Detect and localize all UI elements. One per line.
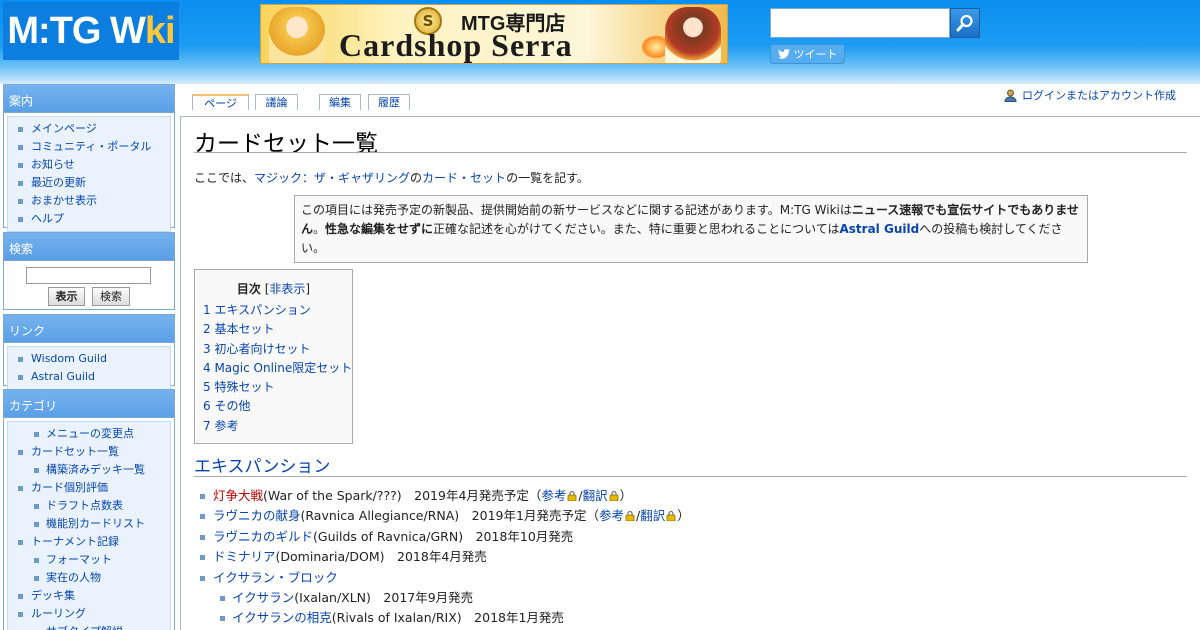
expansion-item: イクサランの相克(Rivals of Ixalan/RIX) 2018年1月発売: [199, 608, 690, 628]
sidebar-nav-item[interactable]: ヘルプ: [8, 210, 170, 228]
login-link[interactable]: ログインまたはアカウント作成: [1004, 87, 1176, 103]
tab-talk[interactable]: 議論: [255, 94, 298, 110]
expansion-item: ドミナリア(Dominaria/DOM) 2018年4月発売: [199, 547, 690, 567]
expansion-item: 灯争大戦(War of the Spark/???) 2019年4月発売予定（参…: [199, 486, 690, 506]
expansion-link[interactable]: イクサランの相克: [232, 610, 332, 625]
sidebar-search: 検索 表示 検索: [3, 232, 175, 310]
sidebar-links-title: リンク: [4, 315, 174, 343]
sidebar-category-item[interactable]: カードセット一覧: [8, 443, 170, 461]
sidebar-link-item[interactable]: Astral Guild: [8, 368, 170, 386]
translation-link[interactable]: 翻訳: [640, 508, 665, 523]
toc-item[interactable]: 4 Magic Online限定セット: [203, 359, 352, 378]
mtg-link[interactable]: マジック：ザ・ギャザリング: [254, 171, 410, 185]
sidebar-links: リンク Wisdom Guild Astral Guild: [3, 314, 175, 390]
sidebar-category-item[interactable]: トーナメント記録: [8, 533, 170, 551]
sidebar-search-title: 検索: [4, 233, 174, 261]
banner-character-right: [665, 7, 721, 63]
sidebar-category-item[interactable]: ドラフト点数表: [8, 497, 170, 515]
translation-link[interactable]: 翻訳: [583, 488, 608, 503]
sidebar-nav-item[interactable]: 最近の更新: [8, 174, 170, 192]
lock-icon: [568, 490, 577, 501]
sidebar-link-item[interactable]: Wisdom Guild: [8, 350, 170, 368]
lock-icon: [625, 511, 635, 522]
twitter-bird-icon: [777, 49, 790, 59]
toc-item[interactable]: 6 その他: [203, 397, 352, 416]
ad-banner[interactable]: S MTG専門店 Cardshop Serra: [260, 4, 728, 64]
lock-icon: [666, 511, 676, 522]
sidebar-category-item[interactable]: フォーマット: [8, 551, 170, 569]
expansion-link[interactable]: ラヴニカのギルド: [213, 529, 313, 544]
header-search-button[interactable]: [950, 8, 980, 38]
sidebar-category-item[interactable]: カード個別評価: [8, 479, 170, 497]
toc-item[interactable]: 5 特殊セット: [203, 378, 352, 397]
toc-item[interactable]: 1 エキスパンション: [203, 301, 352, 320]
sidebar-categories-title: カテゴリ: [4, 390, 174, 418]
section-divider: [194, 476, 1187, 477]
expansion-item: ラヴニカのギルド(Guilds of Ravnica/GRN) 2018年10月…: [199, 527, 690, 547]
tab-edit[interactable]: 編集: [319, 94, 361, 110]
sidebar-nav-title: 案内: [4, 85, 174, 113]
sidebar-category-item[interactable]: メニューの変更点: [8, 425, 170, 443]
sidebar-nav-item[interactable]: メインページ: [8, 120, 170, 138]
sidebar-category-item[interactable]: 機能別カードリスト: [8, 515, 170, 533]
sidebar-category-item[interactable]: サブタイプ解説: [8, 623, 170, 630]
card-set-link[interactable]: カード・セット: [422, 171, 506, 185]
expansion-link[interactable]: イクサラン・ブロック: [213, 570, 338, 585]
sidebar-nav-item[interactable]: お知らせ: [8, 156, 170, 174]
lock-icon: [609, 490, 619, 501]
astral-guild-link[interactable]: Astral Guild: [840, 222, 920, 236]
expansion-link[interactable]: ドミナリア: [213, 549, 276, 564]
user-icon: [1004, 89, 1017, 102]
sidebar-nav-item[interactable]: おまかせ表示: [8, 192, 170, 210]
table-of-contents: 目次 [非表示] 1 エキスパンション 2 基本セット 3 初心者向けセット 4 Ma…: [194, 269, 353, 444]
banner-title: Cardshop Serra: [339, 27, 573, 63]
toc-item[interactable]: 3 初心者向けセット: [203, 340, 352, 359]
toc-item[interactable]: 7 参考: [203, 417, 352, 436]
tab-page[interactable]: ページ: [192, 94, 249, 110]
sidebar-categories: カテゴリ メニューの変更点 カードセット一覧 構築済みデッキ一覧 カード個別評価 ドラフ…: [3, 389, 175, 630]
reference-link[interactable]: 参考: [599, 508, 624, 523]
search-icon: [956, 14, 973, 32]
title-divider: [194, 152, 1187, 153]
banner-character-left: [269, 7, 325, 63]
expansion-item: イクサラン・ブロック: [199, 568, 690, 588]
intro-paragraph: ここでは、マジック：ザ・ギャザリングのカード・セットの一覧を記す。: [194, 171, 589, 185]
sidebar-nav-item[interactable]: コミュニティ・ポータル: [8, 138, 170, 156]
expansion-link[interactable]: イクサラン: [232, 590, 294, 605]
expansion-link[interactable]: ラヴニカの献身: [213, 508, 301, 523]
expansion-item: ラヴニカの献身(Ravnica Allegiance/RNA) 2019年1月発…: [199, 506, 690, 526]
sidebar-category-item[interactable]: 実在の人物: [8, 569, 170, 587]
toc-toggle[interactable]: 非表示: [269, 282, 305, 296]
sidebar-category-item[interactable]: デッキ集: [8, 587, 170, 605]
sidebar-show-button[interactable]: 表示: [48, 287, 85, 306]
header-search-input[interactable]: [770, 8, 950, 38]
sidebar-category-item[interactable]: ルーリング: [8, 605, 170, 623]
expansion-item: イクサラン(Ixalan/XLN) 2017年9月発売: [199, 588, 690, 608]
reference-link[interactable]: 参考: [541, 488, 566, 503]
tab-history[interactable]: 履歴: [368, 94, 410, 110]
notice-box: この項目には発売予定の新製品、提供開始前の新サービスなどに関する記述があります。…: [294, 195, 1088, 263]
site-header: M:TG Wki S MTG専門店 Cardshop Serra ツイート: [0, 0, 1200, 84]
sidebar-search-button[interactable]: 検索: [92, 287, 130, 306]
section-heading: エキスパンション: [194, 457, 331, 477]
sidebar-search-input[interactable]: [26, 267, 151, 284]
sidebar-category-item[interactable]: 構築済みデッキ一覧: [8, 461, 170, 479]
site-logo[interactable]: M:TG Wki: [3, 2, 179, 60]
toc-title: 目次 [非表示]: [236, 282, 311, 296]
toc-item[interactable]: 2 基本セット: [203, 320, 352, 339]
sidebar-navigation: 案内 メインページ コミュニティ・ポータル お知らせ 最近の更新 おまかせ表示 ヘルプ: [3, 84, 175, 232]
expansion-list: 灯争大戦(War of the Spark/???) 2019年4月発売予定（参…: [199, 486, 690, 629]
tweet-button[interactable]: ツイート: [770, 44, 845, 64]
expansion-link[interactable]: 灯争大戦: [213, 488, 263, 503]
